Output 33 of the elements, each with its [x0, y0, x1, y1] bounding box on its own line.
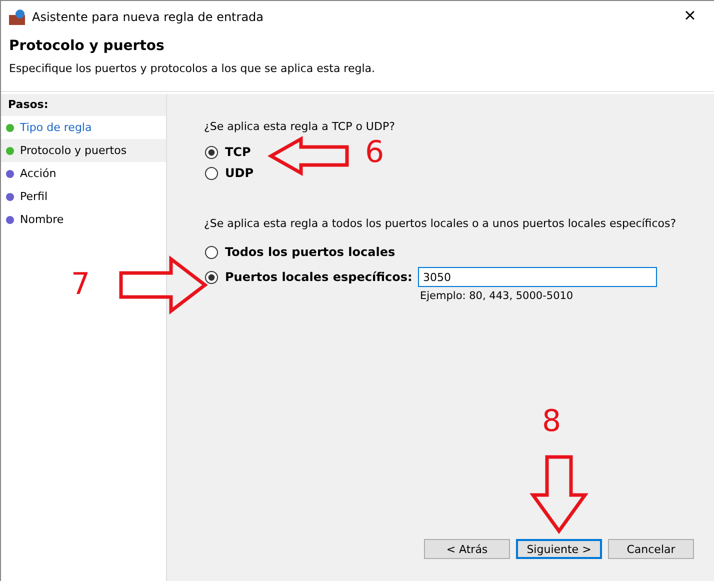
example-hint: Ejemplo: 80, 443, 5000-5010 [420, 290, 574, 302]
step-dot-icon [6, 216, 14, 224]
page-title: Protocolo y puertos [9, 38, 166, 54]
step-item[interactable]: Protocolo y puertos [1, 139, 166, 162]
radio-button[interactable] [205, 270, 218, 284]
step-number: 6 [365, 135, 384, 170]
radio-label: Todos los puertos locales [225, 245, 396, 259]
step-number: 7 [71, 267, 90, 302]
page-description: Especifique los puertos y protocolos a los que se aplica esta regla. [9, 62, 376, 75]
ports-input-field[interactable]: 3050 [418, 267, 657, 287]
radio-button[interactable] [205, 166, 218, 180]
step-dot-icon [6, 192, 14, 200]
radio-button[interactable] [205, 246, 218, 258]
step-item[interactable]: Perfil [1, 185, 166, 208]
ports-question: ¿Se aplica esta regla a todos los puertos locales o a unos puertos locales específicos? [204, 217, 678, 230]
wizard-button[interactable]: Siguiente > [516, 539, 602, 559]
step-item[interactable]: Acción [1, 162, 166, 185]
step-dot-icon [6, 146, 14, 154]
radio-label: TCP [225, 145, 251, 159]
steps-heading: Pasos: [1, 94, 166, 116]
protocol-question: ¿Se aplica esta regla a TCP o UDP? [204, 120, 396, 133]
radio-label: Puertos locales específicos: [225, 270, 412, 284]
firewall-icon [9, 8, 25, 24]
step-number: 8 [542, 404, 562, 439]
radio-button[interactable] [205, 146, 218, 158]
wizard-button[interactable]: < Atrás [424, 539, 510, 559]
step-dot-icon [6, 170, 14, 178]
wizard-button[interactable]: Cancelar [608, 539, 694, 559]
step-item[interactable]: Nombre [1, 208, 166, 231]
step-dot-icon [6, 124, 14, 132]
radio-label: UDP [225, 166, 254, 180]
step-item[interactable]: Tipo de regla [1, 116, 166, 139]
window-title: Asistente para nueva regla de entrada [32, 10, 265, 24]
